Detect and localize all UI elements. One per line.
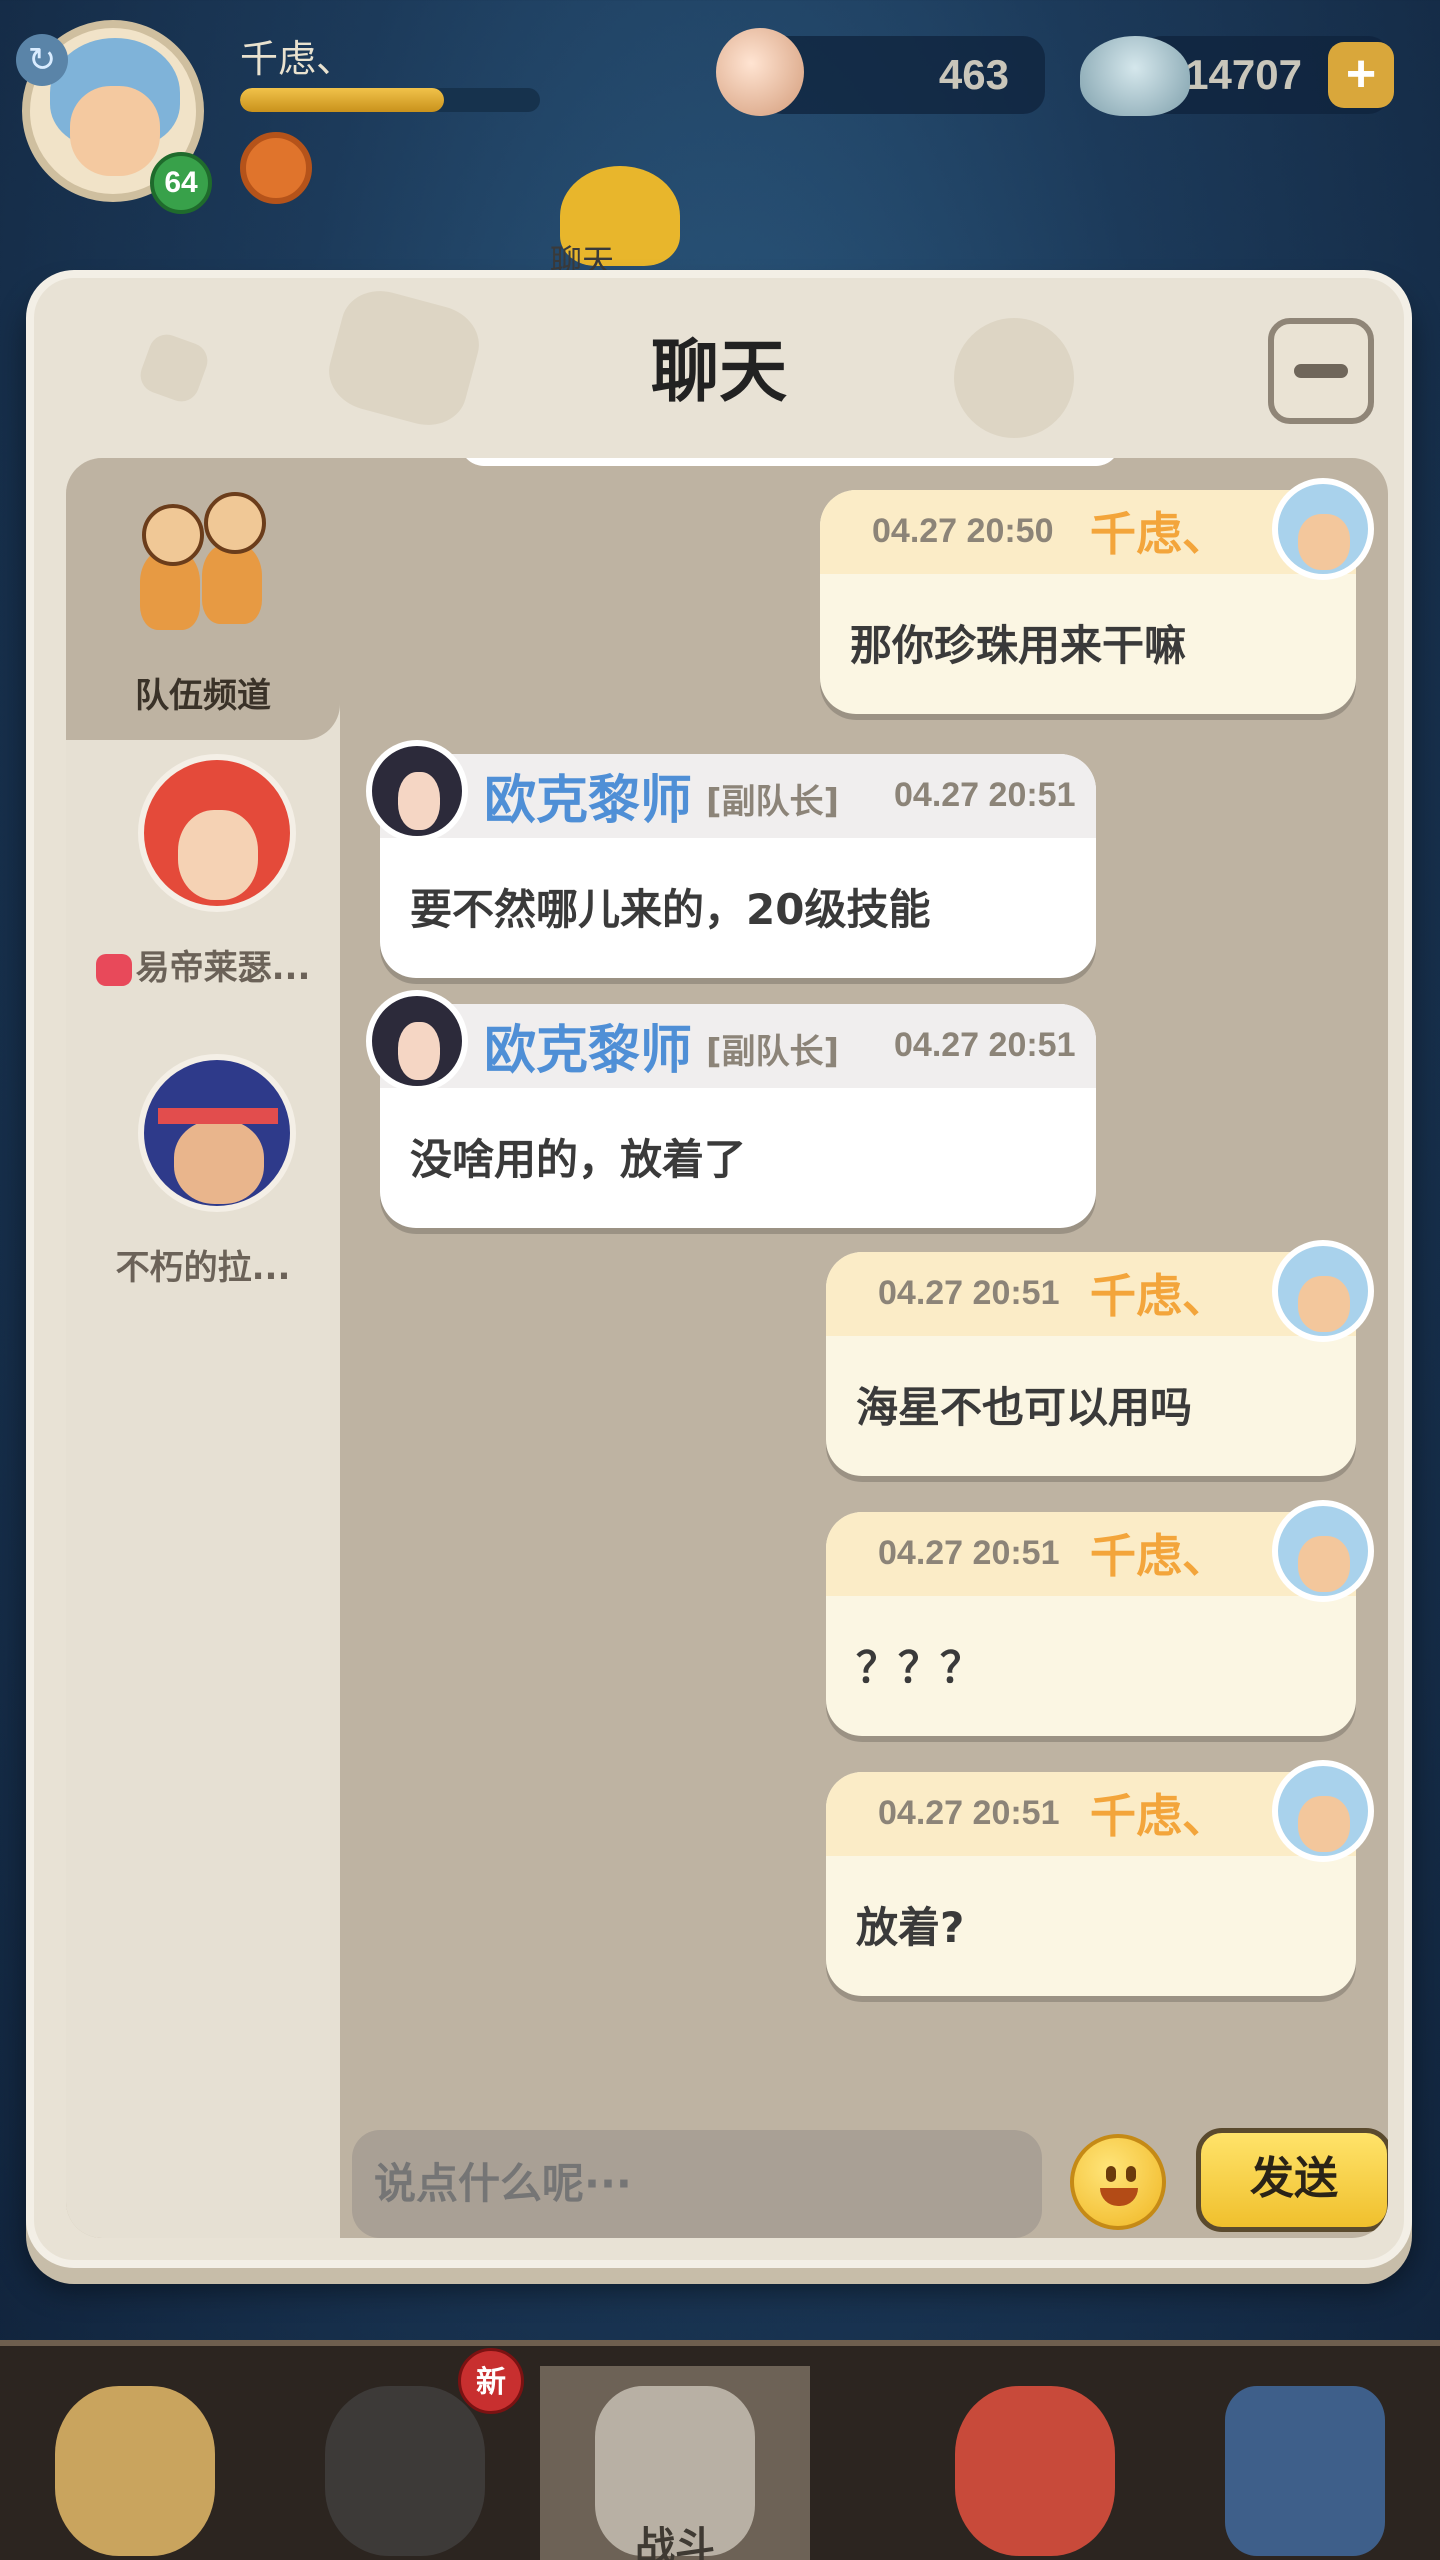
channel-private-2[interactable]: 不朽的拉... (66, 1040, 340, 1340)
nav-label: 战斗 (635, 2524, 715, 2560)
send-button[interactable]: 发送 (1196, 2128, 1388, 2232)
bottom-nav: 新 战斗 (0, 2340, 1440, 2560)
emoji-icon (1106, 2166, 1116, 2182)
my-avatar[interactable] (1272, 1240, 1374, 1342)
message-text: 那你珍珠用来干嘛 (850, 621, 1187, 670)
message-list[interactable]: 04.27 20:50 千虑、 那你珍珠用来干嘛 欧克黎师 [副队长] 04.2… (340, 458, 1388, 2118)
channel-label: 队伍频道 (135, 676, 271, 716)
chat-content: 队伍频道 易帝莱瑟... 不朽的拉... 04.27 20:50 千虑、 那你珍… (66, 458, 1388, 2238)
my-avatar[interactable] (1272, 478, 1374, 580)
my-avatar[interactable] (1272, 1500, 1374, 1602)
tribe-icon (55, 2386, 215, 2556)
buff-icon[interactable] (240, 132, 312, 204)
chat-title: 聊天 (650, 333, 787, 412)
message-time: 04.27 20:51 (878, 1794, 1060, 1832)
sender-role: [副队长] (706, 1032, 840, 1072)
message-text: 要不然哪儿来的，20级技能 (410, 885, 931, 934)
pearl-icon (716, 28, 804, 116)
message-text: 海星不也可以用吗 (856, 1383, 1193, 1432)
nav-pet[interactable] (900, 2366, 1170, 2560)
message-text: 没啥用的，放着了 (410, 1135, 747, 1184)
sender-avatar[interactable] (366, 740, 468, 842)
message-text: 放着? (856, 1903, 965, 1952)
message-time: 04.27 20:51 (894, 776, 1076, 814)
message-time: 04.27 20:51 (878, 1274, 1060, 1312)
sender-name[interactable]: 千虑、 (1090, 1780, 1228, 1846)
level-badge: 64 (150, 152, 212, 214)
channel-team[interactable]: 队伍频道 (66, 458, 340, 740)
shell-icon (1080, 36, 1190, 116)
message-time: 04.27 20:50 (872, 512, 1054, 550)
channel-private-1[interactable]: 易帝莱瑟... (66, 740, 340, 1040)
shop-icon (1225, 2386, 1385, 2556)
chat-input-bar: 发送 (340, 2118, 1388, 2238)
pet-icon (955, 2386, 1115, 2556)
message-time: 04.27 20:51 (894, 1026, 1076, 1064)
message-bubble-theirs: 欧克黎师 [副队长] 04.27 20:51 要不然哪儿来的，20级技能 (380, 754, 1096, 978)
nav-tribe[interactable] (0, 2366, 270, 2560)
heart-icon (95, 953, 132, 986)
previous-message-edge (460, 458, 1120, 466)
friend-avatar (138, 754, 296, 912)
minus-icon (1294, 364, 1348, 378)
channel-label: 不朽的拉... (115, 1248, 291, 1288)
message-bubble-theirs: 欧克黎师 [副队长] 04.27 20:51 没啥用的，放着了 (380, 1004, 1096, 1228)
message-text: ？？？ (856, 1643, 983, 1692)
xp-bar-fill (240, 88, 444, 112)
minimize-button[interactable] (1268, 318, 1374, 424)
emoji-button[interactable] (1070, 2134, 1166, 2230)
sender-name[interactable]: 千虑、 (1090, 498, 1228, 564)
sender-name[interactable]: 欧克黎师 (484, 758, 692, 833)
sender-name[interactable]: 欧克黎师 (484, 1008, 692, 1083)
nav-shop[interactable] (1170, 2366, 1440, 2560)
xp-bar (240, 88, 540, 112)
shell-count: 14707 (1185, 51, 1302, 98)
refresh-icon[interactable]: ↻ (16, 34, 68, 86)
sender-name[interactable]: 千虑、 (1090, 1260, 1228, 1326)
player-name: 千虑、 (240, 37, 355, 81)
message-time: 04.27 20:51 (878, 1534, 1060, 1572)
my-avatar[interactable] (1272, 1760, 1374, 1862)
pearl-count: 463 (938, 51, 1009, 98)
sender-role: [副队长] (706, 782, 840, 822)
top-hud: ↻ 64 千虑、 463 14707 + 聊天 (0, 0, 1440, 280)
hero-icon (325, 2386, 485, 2556)
nav-hero[interactable]: 新 (270, 2348, 540, 2560)
nav-battle[interactable]: 战斗 (540, 2366, 810, 2560)
sender-name[interactable]: 千虑、 (1090, 1520, 1228, 1586)
chat-panel: 聊天 队伍频道 易帝莱瑟... 不朽的拉... 04.27 20:50 千虑、 … (26, 270, 1412, 2268)
team-icon (132, 484, 272, 644)
channel-sidebar: 队伍频道 易帝莱瑟... 不朽的拉... (66, 458, 340, 2238)
add-currency-button[interactable]: + (1328, 42, 1394, 108)
chat-input[interactable] (352, 2130, 1042, 2238)
new-badge: 新 (458, 2348, 524, 2414)
channel-label: 易帝莱瑟... (135, 948, 311, 988)
friend-avatar (138, 1054, 296, 1212)
sender-avatar[interactable] (366, 990, 468, 1092)
